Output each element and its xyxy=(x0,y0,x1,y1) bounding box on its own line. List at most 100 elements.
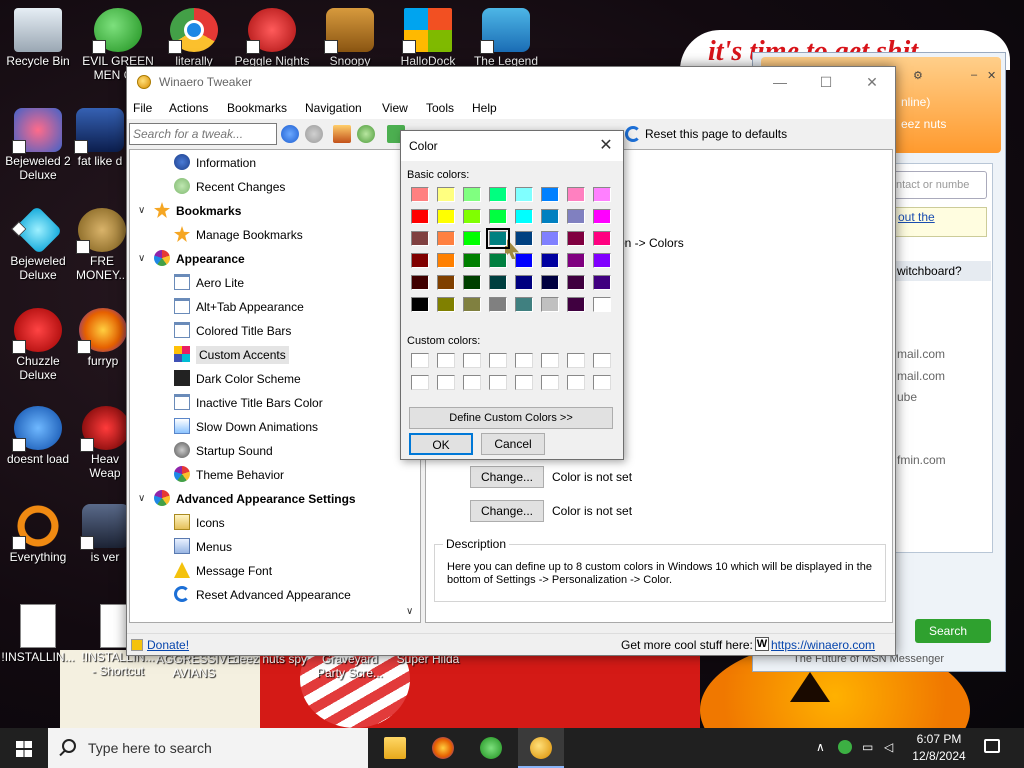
taskbar-app-msn[interactable] xyxy=(468,728,514,768)
color-swatch[interactable] xyxy=(515,231,533,246)
custom-color-swatch[interactable] xyxy=(541,375,559,390)
menu-bookmarks[interactable]: Bookmarks xyxy=(227,101,287,115)
custom-color-swatch[interactable] xyxy=(489,375,507,390)
color-swatch[interactable] xyxy=(541,187,559,202)
color-swatch[interactable] xyxy=(489,297,507,312)
chevron-up-icon[interactable]: ∧ xyxy=(816,740,825,754)
tree-item-reset-advanced[interactable]: Reset Advanced Appearance xyxy=(174,584,351,606)
tree-item-icons[interactable]: Icons xyxy=(174,512,225,534)
tree-item-recent-changes[interactable]: Recent Changes xyxy=(174,176,285,198)
color-swatch[interactable] xyxy=(437,209,455,224)
notifications-icon[interactable] xyxy=(984,739,1000,753)
color-swatch[interactable] xyxy=(593,297,611,312)
tree-category-bookmarks[interactable]: Bookmarks xyxy=(154,200,241,222)
color-swatch[interactable] xyxy=(489,253,507,268)
msn-tray-icon[interactable] xyxy=(838,740,852,754)
tree-item-slow-down-animations[interactable]: Slow Down Animations xyxy=(174,416,318,438)
desktop-icon-fat-like[interactable]: fat like d xyxy=(70,104,130,168)
scroll-down-icon[interactable]: ∨ xyxy=(406,606,413,617)
tree-item-manage-bookmarks[interactable]: Manage Bookmarks xyxy=(174,224,303,246)
menu-actions[interactable]: Actions xyxy=(169,101,208,115)
desktop-icon-literally[interactable]: literally xyxy=(156,4,232,68)
msn-status[interactable]: nline) xyxy=(901,95,930,109)
tree-item-dark-color-scheme[interactable]: Dark Color Scheme xyxy=(174,368,301,390)
custom-color-swatch[interactable] xyxy=(437,375,455,390)
color-swatch[interactable] xyxy=(515,253,533,268)
custom-color-swatch[interactable] xyxy=(411,353,429,368)
msn-section-header[interactable]: witchboard? xyxy=(891,261,991,281)
color-swatch[interactable] xyxy=(463,297,481,312)
tree-item-inactive-title-bars[interactable]: Inactive Title Bars Color xyxy=(174,392,323,414)
tree-item-theme-behavior[interactable]: Theme Behavior xyxy=(174,464,284,486)
desktop-icon-bejeweled-2[interactable]: Bejeweled 2 Deluxe xyxy=(0,104,76,182)
cancel-button[interactable]: Cancel xyxy=(481,433,545,455)
tree-item-alt-tab[interactable]: Alt+Tab Appearance xyxy=(174,296,304,318)
donate-link[interactable]: Donate! xyxy=(147,638,189,652)
color-swatch[interactable] xyxy=(515,209,533,224)
desktop-icon-snoopy[interactable]: Snoopy xyxy=(312,4,388,68)
taskbar-clock[interactable]: 6:07 PM 12/8/2024 xyxy=(906,731,972,765)
color-swatch[interactable] xyxy=(411,231,429,246)
msn-close-icon[interactable]: ✕ xyxy=(987,69,996,82)
color-swatch[interactable] xyxy=(437,253,455,268)
msn-options-icon[interactable]: ⚙ xyxy=(913,69,923,82)
color-swatch[interactable] xyxy=(437,187,455,202)
desktop-icon-heavy-weapon[interactable]: Heav Weap xyxy=(80,402,130,480)
network-icon[interactable]: ▭ xyxy=(862,740,873,754)
tree-item-information[interactable]: Information xyxy=(174,152,256,174)
title-bar[interactable]: Winaero Tweaker — ☐ ✕ xyxy=(127,67,895,97)
forward-arrow-icon[interactable] xyxy=(305,125,323,143)
maximize-button[interactable]: ☐ xyxy=(803,67,849,97)
reset-page-button[interactable]: Reset this page to defaults xyxy=(645,127,787,141)
color-swatch[interactable] xyxy=(593,231,611,246)
back-arrow-icon[interactable] xyxy=(281,125,299,143)
color-swatch[interactable] xyxy=(567,187,585,202)
msn-minimize-icon[interactable]: – xyxy=(971,69,977,81)
msn-search-button[interactable]: Search xyxy=(915,619,991,643)
msn-contact[interactable]: ube xyxy=(897,390,917,404)
desktop-icon-the-legend[interactable]: The Legend xyxy=(468,4,544,68)
color-dialog[interactable]: Color ✕ Basic colors: Custom colors: Def… xyxy=(400,130,624,460)
color-swatch[interactable] xyxy=(567,253,585,268)
desktop-icon-bejeweled-deluxe[interactable]: Bejeweled Deluxe xyxy=(0,204,76,282)
custom-color-swatch[interactable] xyxy=(541,353,559,368)
taskbar-search-box[interactable]: Type here to search xyxy=(48,728,368,768)
tree-item-aero-lite[interactable]: Aero Lite xyxy=(174,272,244,294)
tree-item-message-font[interactable]: Message Font xyxy=(174,560,272,582)
msn-contact[interactable]: mail.com xyxy=(897,347,945,361)
color-swatch[interactable] xyxy=(593,275,611,290)
minimize-button[interactable]: — xyxy=(757,67,803,97)
menu-navigation[interactable]: Navigation xyxy=(305,101,362,115)
ok-button[interactable]: OK xyxy=(409,433,473,455)
color-swatch[interactable] xyxy=(515,297,533,312)
desktop-icon-everything[interactable]: Everything xyxy=(0,500,76,564)
custom-color-swatch[interactable] xyxy=(567,353,585,368)
color-swatch[interactable] xyxy=(411,253,429,268)
menu-help[interactable]: Help xyxy=(472,101,497,115)
tree-item-colored-title-bars[interactable]: Colored Title Bars xyxy=(174,320,291,342)
start-button[interactable] xyxy=(0,728,48,768)
close-button[interactable]: ✕ xyxy=(849,67,895,97)
custom-color-swatch[interactable] xyxy=(593,375,611,390)
winaero-site-link[interactable]: https://winaero.com xyxy=(771,638,875,652)
color-swatch[interactable] xyxy=(515,275,533,290)
color-swatch[interactable] xyxy=(489,187,507,202)
dialog-title-bar[interactable]: Color ✕ xyxy=(401,131,623,161)
desktop-icon-doesnt-load[interactable]: doesnt load xyxy=(0,402,76,466)
custom-color-swatch[interactable] xyxy=(489,353,507,368)
desktop-icon-chuzzle[interactable]: Chuzzle Deluxe xyxy=(0,304,76,382)
refresh-icon[interactable] xyxy=(357,125,375,143)
tweak-search-input[interactable]: Search for a tweak... xyxy=(129,123,277,145)
color-swatch[interactable] xyxy=(437,231,455,246)
tree-category-advanced-appearance[interactable]: Advanced Appearance Settings xyxy=(154,488,356,510)
color-swatch[interactable] xyxy=(567,209,585,224)
color-swatch[interactable] xyxy=(567,297,585,312)
desktop-icon-hallodock[interactable]: HalloDock xyxy=(390,4,466,68)
msn-search-input[interactable]: ntact or numbe xyxy=(891,171,987,199)
custom-color-swatch[interactable] xyxy=(515,375,533,390)
color-swatch[interactable] xyxy=(411,275,429,290)
color-swatch[interactable] xyxy=(463,253,481,268)
tree-category-appearance[interactable]: Appearance xyxy=(154,248,245,270)
desktop-icon-free-money[interactable]: FRE MONEY... xyxy=(76,204,128,282)
menu-file[interactable]: File xyxy=(133,101,152,115)
